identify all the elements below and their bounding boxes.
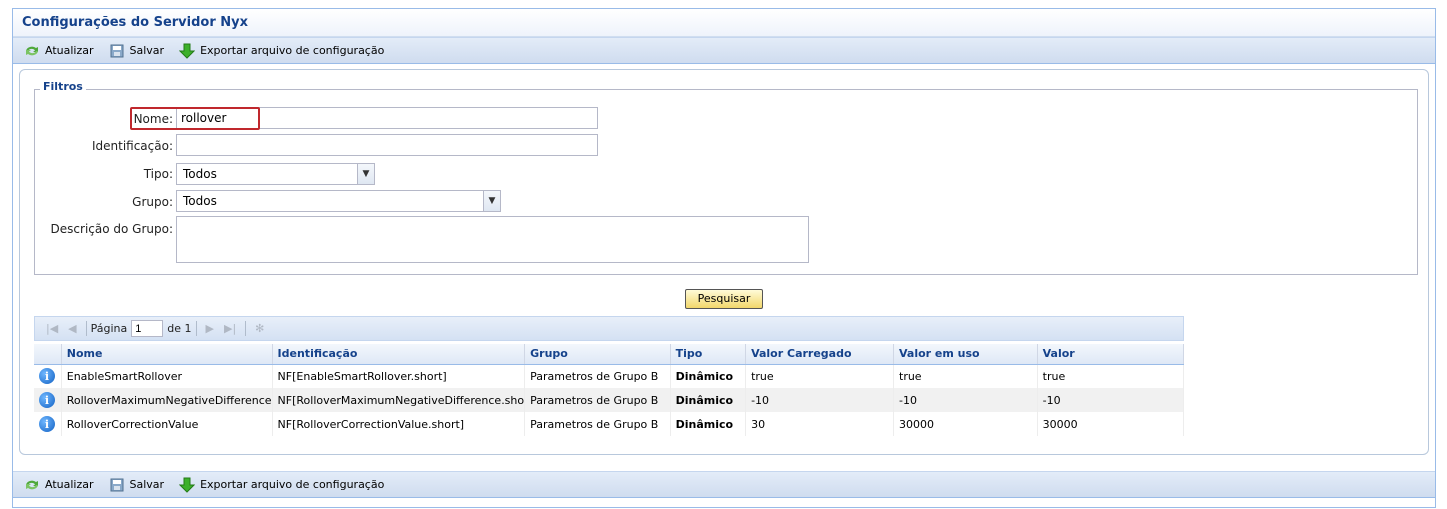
grupo-value: Todos (183, 194, 217, 208)
cell-tipo: Dinâmico (670, 364, 747, 388)
save-label: Salvar (129, 44, 165, 57)
cell-valor-em-uso: -10 (893, 388, 1038, 412)
chevron-down-icon[interactable]: ▼ (483, 191, 500, 211)
grid-header-identificacao[interactable]: Identificação (272, 344, 526, 365)
grid-header-nome[interactable]: Nome (61, 344, 273, 365)
page-label: Página (90, 322, 128, 335)
identificacao-label: Identificação: (91, 139, 173, 153)
export-label: Exportar arquivo de configuração (200, 44, 385, 57)
info-icon[interactable]: i (39, 368, 55, 385)
cell-valor: -10 (1037, 388, 1185, 412)
export-button[interactable]: Exportar arquivo de configuração (178, 43, 384, 59)
info-icon[interactable]: i (39, 392, 55, 408)
grupo-select[interactable]: Todos ▼ (176, 190, 501, 212)
panel-title: Configurações do Servidor Nyx (13, 9, 1435, 37)
cell-nome: EnableSmartRollover (61, 364, 273, 388)
refresh-icon (23, 43, 41, 59)
top-toolbar: Atualizar Salvar Exportar arquivo de con… (13, 37, 1435, 64)
tipo-label: Tipo: (143, 167, 173, 181)
cell-tipo: Dinâmico (670, 388, 747, 412)
save-label: Salvar (129, 478, 165, 491)
refresh-button-bottom[interactable]: Atualizar (23, 477, 94, 493)
cell-grupo: Parametros de Grupo B (524, 412, 671, 436)
page-input[interactable] (131, 320, 164, 337)
cell-grupo: Parametros de Grupo B (524, 388, 671, 412)
grid-header-valor[interactable]: Valor (1037, 344, 1185, 365)
row-icon-cell[interactable]: i (34, 388, 62, 412)
chevron-down-icon[interactable]: ▼ (357, 164, 374, 184)
cell-tipo: Dinâmico (670, 412, 747, 436)
table-row[interactable]: i RolloverCorrectionValue NF[RolloverCor… (34, 412, 1185, 436)
search-button[interactable]: Pesquisar (685, 289, 763, 309)
first-page-icon[interactable]: |◀ (46, 322, 58, 335)
export-down-arrow-icon (178, 477, 196, 493)
config-grid: Nome Identificação Grupo Tipo Valor Carr… (34, 344, 1185, 436)
cell-identificacao: NF[RolloverCorrectionValue.short] (272, 412, 526, 436)
grupo-label: Grupo: (132, 195, 173, 209)
pager-separator (85, 321, 87, 336)
grid-header-valor-em-uso[interactable]: Valor em uso (893, 344, 1038, 365)
nome-highlight-box (130, 107, 260, 130)
bottom-toolbar: Atualizar Salvar Exportar arquivo de con… (13, 471, 1435, 498)
cell-valor: 30000 (1037, 412, 1185, 436)
table-row[interactable]: i RolloverMaximumNegativeDifference NF[R… (34, 388, 1185, 412)
grid-header-grupo[interactable]: Grupo (524, 344, 671, 365)
save-icon (108, 477, 126, 493)
cell-nome: RolloverCorrectionValue (61, 412, 273, 436)
pager-toolbar: |◀ ◀ Página de 1 ▶ ▶| ✻ (34, 316, 1184, 341)
grid-header-valor-carregado[interactable]: Valor Carregado (745, 344, 894, 365)
prev-page-icon[interactable]: ◀ (68, 322, 76, 335)
pager-separator (195, 321, 197, 336)
page-of-label: de 1 (167, 322, 192, 335)
table-row[interactable]: i EnableSmartRollover NF[EnableSmartRoll… (34, 364, 1185, 388)
grid-header-tipo[interactable]: Tipo (670, 344, 747, 365)
descricao-label: Descrição do Grupo: (50, 222, 173, 236)
refresh-label: Atualizar (45, 478, 94, 491)
pager-separator (245, 321, 247, 336)
descricao-textarea[interactable] (176, 216, 809, 263)
save-icon (108, 43, 126, 59)
cell-identificacao: NF[EnableSmartRollover.short] (272, 364, 526, 388)
cell-nome: RolloverMaximumNegativeDifference (61, 388, 273, 412)
refresh-button[interactable]: Atualizar (23, 43, 94, 59)
export-label: Exportar arquivo de configuração (200, 478, 385, 491)
cell-identificacao: NF[RolloverMaximumNegativeDifference.sho (272, 388, 526, 412)
grid-header-row: Nome Identificação Grupo Tipo Valor Carr… (34, 344, 1185, 365)
last-page-icon[interactable]: ▶| (224, 322, 236, 335)
export-down-arrow-icon (178, 43, 196, 59)
refresh-label: Atualizar (45, 44, 94, 57)
cell-valor-em-uso: 30000 (893, 412, 1038, 436)
tipo-select[interactable]: Todos ▼ (176, 163, 375, 185)
filters-legend: Filtros (40, 80, 86, 93)
cell-valor-carregado: true (745, 364, 894, 388)
refresh-icon (23, 477, 41, 493)
row-icon-cell[interactable]: i (34, 364, 62, 388)
identificacao-input[interactable] (176, 134, 598, 156)
cell-valor: true (1037, 364, 1185, 388)
info-icon[interactable]: i (39, 416, 55, 432)
save-button-bottom[interactable]: Salvar (108, 477, 165, 493)
cell-valor-em-uso: true (893, 364, 1038, 388)
cell-grupo: Parametros de Grupo B (524, 364, 671, 388)
cell-valor-carregado: -10 (745, 388, 894, 412)
next-page-icon[interactable]: ▶ (206, 322, 214, 335)
config-panel: Configurações do Servidor Nyx Atualizar … (12, 8, 1436, 508)
tipo-value: Todos (183, 167, 217, 181)
save-button[interactable]: Salvar (108, 43, 165, 59)
grid-header-icon (34, 344, 62, 365)
export-button-bottom[interactable]: Exportar arquivo de configuração (178, 477, 384, 493)
reload-icon[interactable]: ✻ (255, 322, 264, 335)
row-icon-cell[interactable]: i (34, 412, 62, 436)
cell-valor-carregado: 30 (745, 412, 894, 436)
